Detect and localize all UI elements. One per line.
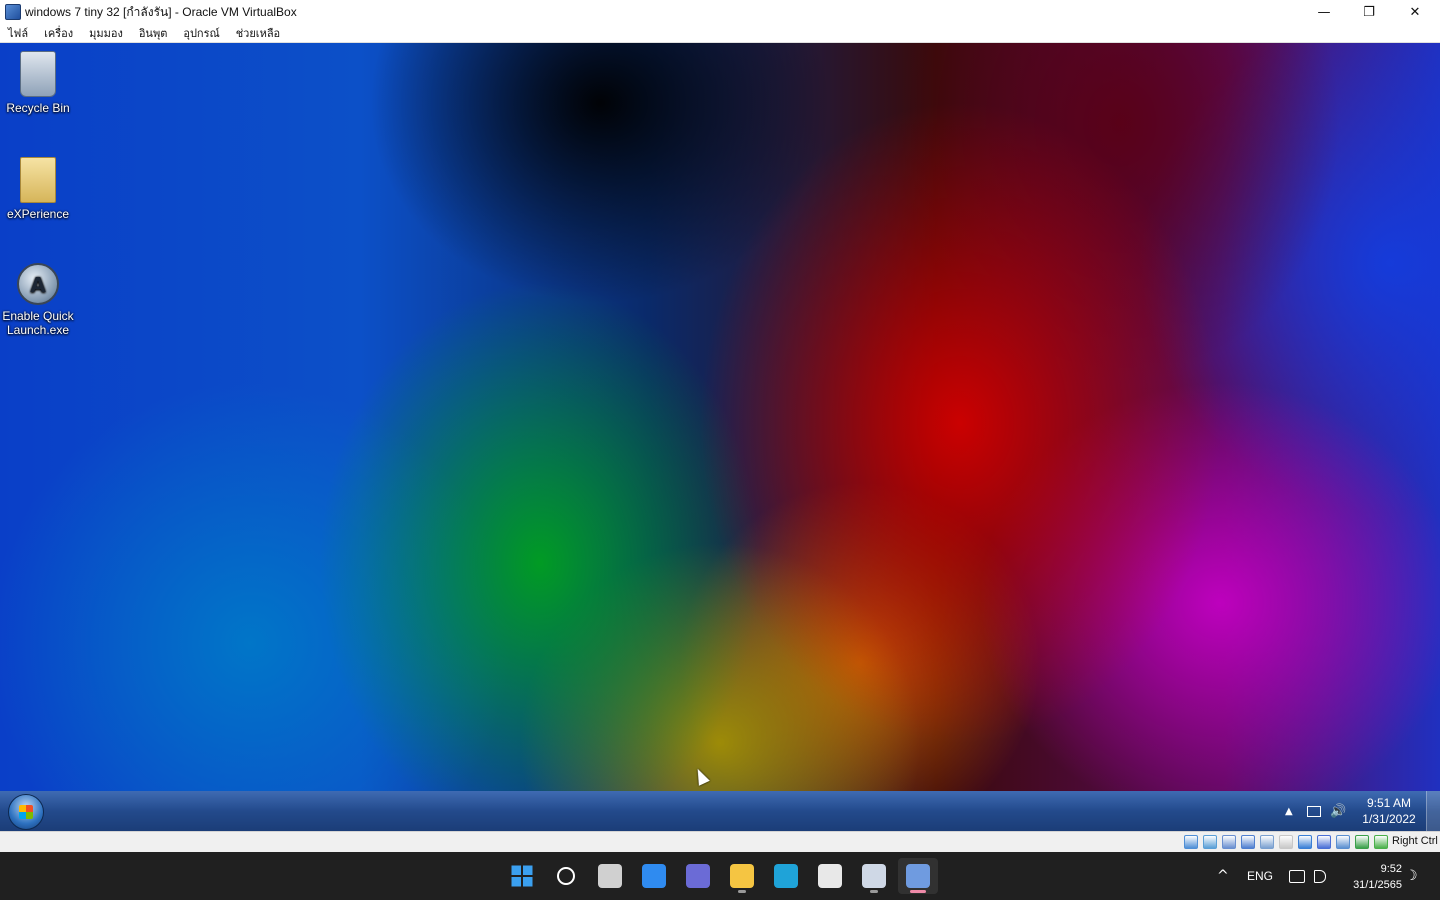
taskbar-task-view-button[interactable] bbox=[590, 858, 630, 894]
guest-desktop[interactable]: Recycle Bin eXPerience Enable Quick Laun… bbox=[0, 43, 1440, 833]
language-indicator[interactable]: ENG bbox=[1247, 852, 1273, 900]
virtualbox-app-icon bbox=[5, 4, 21, 20]
host-time: 9:52 bbox=[1380, 863, 1402, 875]
show-desktop-button[interactable] bbox=[1426, 791, 1440, 831]
taskbar-virtualbox-button[interactable] bbox=[854, 858, 894, 894]
hard-disk-icon[interactable] bbox=[1184, 835, 1198, 849]
display-icon[interactable] bbox=[1298, 835, 1312, 849]
mouse-integration-icon[interactable] bbox=[1355, 835, 1369, 849]
network-icon[interactable] bbox=[1289, 852, 1305, 900]
host-clock[interactable]: 9:52 31/1/2565 bbox=[1340, 861, 1402, 893]
close-button[interactable]: ✕ bbox=[1392, 0, 1438, 24]
host-key-label: Right Ctrl bbox=[1392, 835, 1438, 847]
cpu-icon[interactable] bbox=[1336, 835, 1350, 849]
minimize-button[interactable]: — bbox=[1301, 0, 1347, 24]
store-icon bbox=[818, 864, 842, 888]
taskbar-widgets-button[interactable] bbox=[634, 858, 674, 894]
network-icon[interactable] bbox=[1241, 835, 1255, 849]
network-tray-icon[interactable] bbox=[1307, 791, 1321, 831]
host-taskbar: ^ ENG 9:52 31/1/2565 ☽ bbox=[0, 852, 1440, 900]
desktop-icon-enable-quick-launch[interactable]: Enable Quick Launch.exe bbox=[0, 263, 76, 337]
running-indicator bbox=[870, 890, 878, 893]
audio-icon[interactable] bbox=[1222, 835, 1236, 849]
vbox-status-bar: Right Ctrl bbox=[0, 831, 1440, 852]
taskbar-file-explorer-button[interactable] bbox=[722, 858, 762, 894]
restore-button[interactable]: ❐ bbox=[1346, 0, 1392, 24]
optical-drive-icon[interactable] bbox=[1203, 835, 1217, 849]
search-icon bbox=[557, 867, 575, 885]
menu-help[interactable]: ช่วยเหลือ bbox=[236, 24, 280, 42]
vm-window-icon bbox=[906, 864, 930, 888]
taskbar-chat-button[interactable] bbox=[678, 858, 718, 894]
window-title-bar: windows 7 tiny 32 [กำลังรัน] - Oracle VM… bbox=[0, 0, 1440, 24]
window-title: windows 7 tiny 32 [กำลังรัน] - Oracle VM… bbox=[25, 4, 297, 19]
guest-time: 9:51 AM bbox=[1366, 796, 1412, 810]
notification-icon[interactable]: ☽ bbox=[1405, 852, 1418, 900]
menubar: ไฟล์ เครื่อง มุมมอง อินพุต อุปกรณ์ ช่วยเ… bbox=[0, 24, 1440, 43]
desktop-icon-recycle-bin[interactable]: Recycle Bin bbox=[0, 51, 76, 115]
folder-icon bbox=[20, 157, 56, 203]
start-icon bbox=[510, 864, 534, 888]
usb-icon[interactable] bbox=[1260, 835, 1274, 849]
taskbar-vm-window-button[interactable] bbox=[898, 858, 938, 894]
chat-icon bbox=[686, 864, 710, 888]
menu-file[interactable]: ไฟล์ bbox=[8, 24, 28, 42]
taskbar-store-button[interactable] bbox=[810, 858, 850, 894]
taskbar-edge-button[interactable] bbox=[766, 858, 806, 894]
speaker-muted-icon[interactable] bbox=[1314, 852, 1326, 900]
chevron-up-icon[interactable]: ^ bbox=[1217, 852, 1229, 900]
taskbar-start-button[interactable] bbox=[502, 858, 542, 894]
menu-input[interactable]: อินพุต bbox=[139, 24, 168, 42]
menu-view[interactable]: มุมมอง bbox=[89, 24, 123, 42]
guest-taskbar: ▲ 🔊 9:51 AM 1/31/2022 bbox=[0, 791, 1440, 831]
host-date: 31/1/2565 bbox=[1353, 879, 1402, 891]
show-hidden-icons-icon[interactable]: ▲ bbox=[1285, 791, 1293, 831]
edge-icon bbox=[774, 864, 798, 888]
mouse-cursor-icon bbox=[692, 766, 710, 786]
virtualbox-icon bbox=[862, 864, 886, 888]
taskbar-search-button[interactable] bbox=[546, 858, 586, 894]
guest-date: 1/31/2022 bbox=[1362, 812, 1416, 826]
file-explorer-icon bbox=[730, 864, 754, 888]
menu-machine[interactable]: เครื่อง bbox=[44, 24, 73, 42]
widgets-icon bbox=[642, 864, 666, 888]
keyboard-icon[interactable] bbox=[1374, 835, 1388, 849]
menu-devices[interactable]: อุปกรณ์ bbox=[183, 24, 219, 42]
running-indicator bbox=[910, 890, 926, 893]
recording-icon[interactable] bbox=[1317, 835, 1331, 849]
desktop-icon-experience[interactable]: eXPerience bbox=[0, 157, 76, 221]
task-view-icon bbox=[598, 864, 622, 888]
app-exe-icon bbox=[17, 263, 59, 305]
start-orb-icon[interactable] bbox=[8, 794, 44, 830]
desktop-icon-label: Enable Quick Launch.exe bbox=[2, 309, 74, 337]
running-indicator bbox=[738, 890, 746, 893]
recycle-bin-icon bbox=[20, 51, 56, 97]
desktop-icon-label: eXPerience bbox=[6, 207, 70, 221]
volume-icon[interactable]: 🔊 bbox=[1330, 791, 1346, 831]
shared-folders-icon[interactable] bbox=[1279, 835, 1293, 849]
desktop-icon-label: Recycle Bin bbox=[6, 101, 70, 115]
guest-clock[interactable]: 9:51 AM 1/31/2022 bbox=[1358, 795, 1420, 827]
